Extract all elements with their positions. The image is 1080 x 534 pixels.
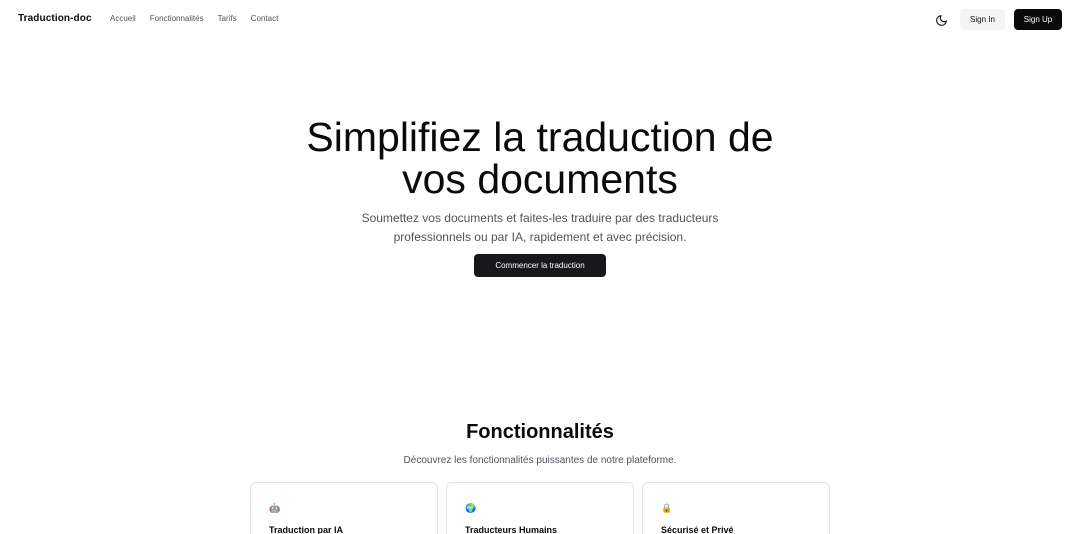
theme-toggle-button[interactable]	[932, 11, 950, 29]
nav-link-fonctionnalites[interactable]: Fonctionnalités	[150, 14, 204, 23]
robot-icon: 🤖	[269, 503, 281, 513]
globe-icon: 🌍	[465, 503, 477, 513]
nav-link-tarifs[interactable]: Tarifs	[218, 14, 237, 23]
navbar: Traduction-doc Accueil Fonctionnalités T…	[0, 0, 1080, 40]
feature-card-ai: 🤖 Traduction par IA	[250, 482, 438, 534]
nav-link-accueil[interactable]: Accueil	[110, 14, 136, 23]
feature-card-title: Traduction par IA	[269, 525, 344, 534]
features-title: Fonctionnalités	[466, 421, 614, 443]
sign-up-button[interactable]: Sign Up	[1014, 9, 1062, 30]
nav-link-contact[interactable]: Contact	[251, 14, 279, 23]
hero-title-line-2: vos documents	[402, 156, 678, 202]
hero-subtitle-line-2: professionnels ou par IA, rapidement et …	[393, 230, 687, 244]
brand-logo[interactable]: Traduction-doc	[18, 13, 92, 24]
feature-card-secure: 🔒 Sécurisé et Privé	[642, 482, 830, 534]
nav-links: Accueil Fonctionnalités Tarifs Contact	[110, 14, 278, 23]
hero-title: Simplifiez la traduction de vos document…	[0, 116, 1080, 200]
hero-subtitle-line-1: Soumettez vos documents et faites-les tr…	[361, 211, 719, 225]
moon-icon	[935, 14, 947, 26]
feature-card-human: 🌍 Traducteurs Humains	[446, 482, 634, 534]
feature-card-title: Traducteurs Humains	[465, 525, 558, 534]
hero-title-line-1: Simplifiez la traduction de	[306, 114, 774, 160]
lock-icon: 🔒	[661, 503, 673, 513]
feature-card-title: Sécurisé et Privé	[661, 525, 734, 534]
sign-in-button[interactable]: Sign In	[960, 9, 1005, 30]
start-translation-button[interactable]: Commencer la traduction	[474, 254, 606, 277]
features-subtitle: Découvrez les fonctionnalités puissantes…	[403, 455, 677, 466]
hero-subtitle: Soumettez vos documents et faites-les tr…	[350, 209, 730, 247]
